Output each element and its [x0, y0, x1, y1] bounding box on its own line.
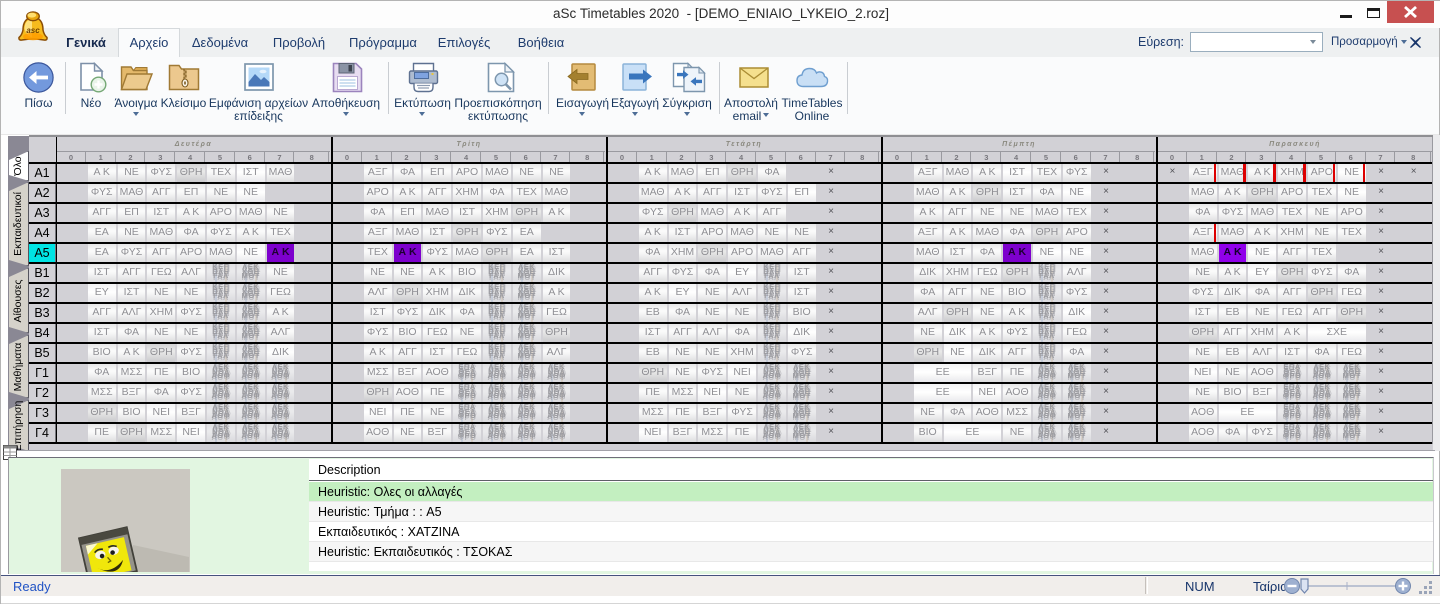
- svg-text:asc: asc: [26, 26, 40, 35]
